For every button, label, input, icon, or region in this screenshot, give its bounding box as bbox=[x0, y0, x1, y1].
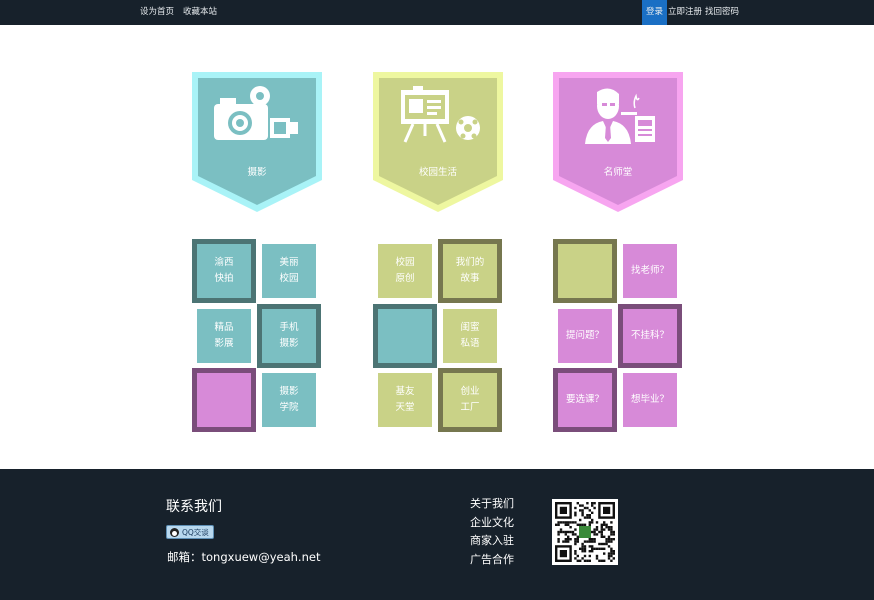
contact-title: 联系我们 bbox=[166, 499, 222, 515]
tile-find-teacher[interactable]: 找老师？ bbox=[623, 244, 677, 298]
presentation-board-icon bbox=[401, 86, 480, 143]
tile-want-graduate[interactable]: 想毕业？ bbox=[623, 373, 677, 427]
footer-link-ads[interactable]: 广告合作 bbox=[470, 551, 514, 570]
category-photography[interactable]: 摄影 bbox=[192, 72, 322, 212]
camera-icon bbox=[214, 86, 298, 140]
category-famous-teachers[interactable]: 名师堂 bbox=[553, 72, 683, 212]
tile-photo-exhibition[interactable]: 精品 影展 bbox=[197, 309, 251, 363]
top-nav-bar: 设为首页 收藏本站 登录 立即注册 找回密码 bbox=[0, 0, 874, 25]
qr-code bbox=[552, 499, 618, 565]
tile-beautiful-campus[interactable]: 美丽 校园 bbox=[262, 244, 316, 298]
category-label: 摄影 bbox=[247, 167, 267, 178]
set-home-link[interactable]: 设为首页 bbox=[140, 0, 174, 25]
bookmark-link[interactable]: 收藏本站 bbox=[183, 0, 217, 25]
recover-password-link[interactable]: 找回密码 bbox=[705, 0, 739, 25]
tile-empty[interactable] bbox=[192, 368, 256, 432]
contact-email: 邮箱：tongxuew@yeah.net bbox=[167, 550, 321, 564]
tile-no-fail[interactable]: 不挂科？ bbox=[618, 304, 682, 368]
teacher-icon bbox=[585, 88, 655, 144]
tile-photography-academy[interactable]: 摄影 学院 bbox=[262, 373, 316, 427]
tile-buddy-heaven[interactable]: 基友 天堂 bbox=[378, 373, 432, 427]
tile-startup-factory[interactable]: 创业 工厂 bbox=[438, 368, 502, 432]
tile-ask-question[interactable]: 提问题？ bbox=[558, 309, 612, 363]
tile-campus-original[interactable]: 校园 原创 bbox=[378, 244, 432, 298]
category-label: 名师堂 bbox=[603, 167, 633, 178]
footer-link-culture[interactable]: 企业文化 bbox=[470, 514, 514, 533]
tile-empty[interactable] bbox=[373, 304, 437, 368]
tile-choose-course[interactable]: 要选课？ bbox=[553, 368, 617, 432]
tile-chongxi-snapshot[interactable]: 渝西 快拍 bbox=[192, 239, 256, 303]
tile-girlfriend-talk[interactable]: 闺蜜 私语 bbox=[443, 309, 497, 363]
qq-chat-button[interactable]: QQ交谈 bbox=[166, 525, 214, 539]
footer-link-merchant[interactable]: 商家入驻 bbox=[470, 532, 514, 551]
tile-our-story[interactable]: 我们的 故事 bbox=[438, 239, 502, 303]
footer: 联系我们 QQ交谈 邮箱：tongxuew@yeah.net 关于我们 企业文化… bbox=[0, 469, 874, 600]
qq-penguin-icon bbox=[170, 528, 179, 537]
category-label: 校园生活 bbox=[418, 167, 457, 178]
tile-mobile-photography[interactable]: 手机 摄影 bbox=[257, 304, 321, 368]
qr-code-icon bbox=[555, 502, 615, 562]
login-button[interactable]: 登录 bbox=[642, 0, 668, 25]
register-link[interactable]: 立即注册 bbox=[668, 0, 702, 25]
tile-empty[interactable] bbox=[553, 239, 617, 303]
qq-chat-label: QQ交谈 bbox=[182, 528, 209, 537]
footer-link-about[interactable]: 关于我们 bbox=[470, 495, 514, 514]
footer-links: 关于我们 企业文化 商家入驻 广告合作 bbox=[470, 495, 514, 569]
category-campus-life[interactable]: 校园生活 bbox=[373, 72, 503, 212]
